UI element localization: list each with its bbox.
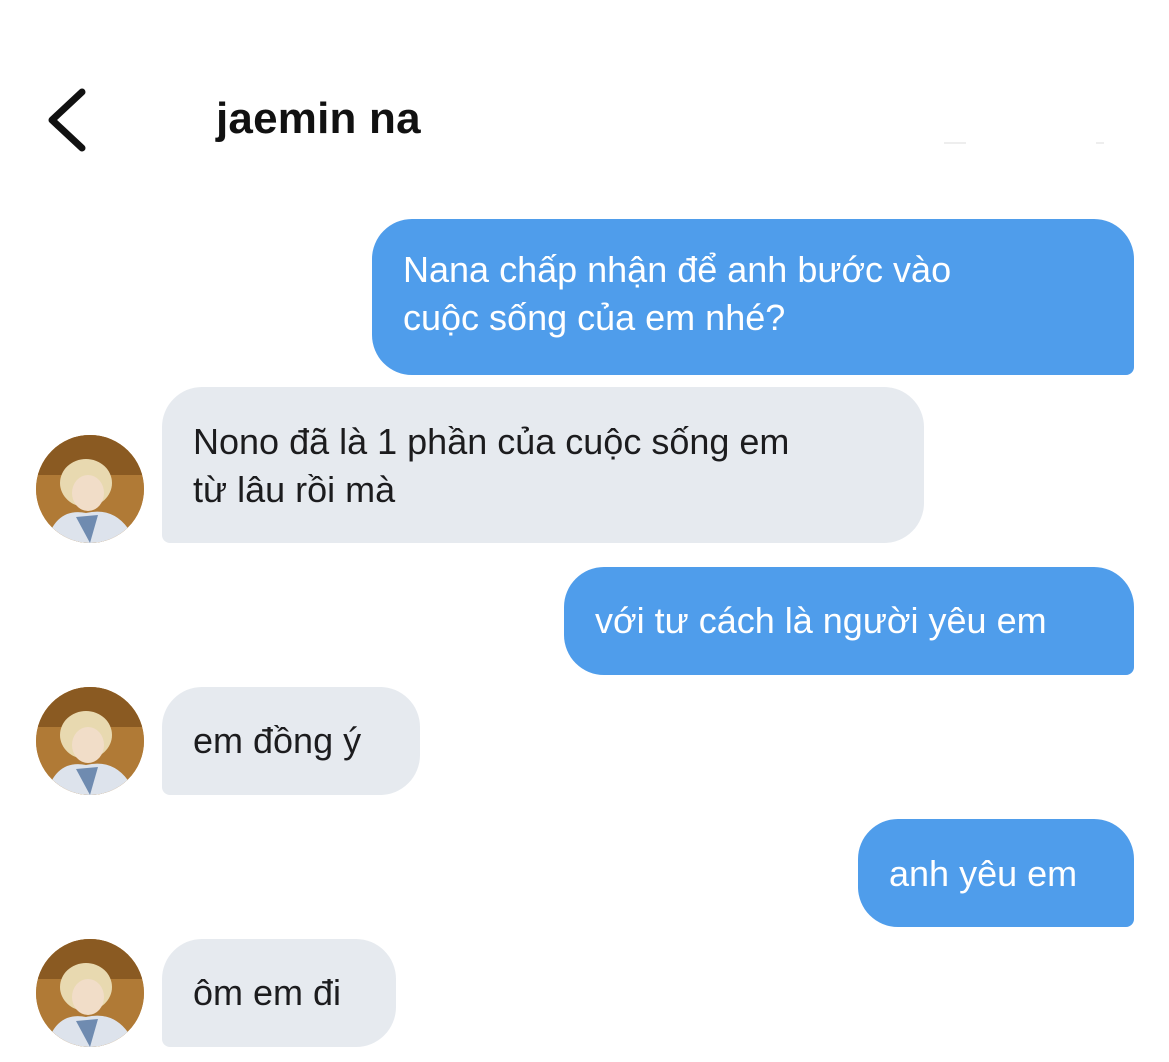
message-text-line: em đồng ý [193, 720, 362, 761]
chevron-left-icon [48, 88, 86, 152]
sent-message-bubble[interactable]: Nana chấp nhận để anh bước vào cuộc sống… [372, 219, 1134, 375]
avatar-photo [36, 939, 144, 1047]
header-divider [944, 142, 966, 144]
received-message-bubble[interactable]: ôm em đi [162, 939, 396, 1047]
message-text-line: từ lâu rồi mà [193, 469, 396, 510]
sent-message-bubble[interactable]: với tư cách là người yêu em [564, 567, 1134, 675]
chat-header: jaemin na [0, 0, 1169, 200]
message-text-line: cuộc sống của em nhé? [403, 297, 786, 338]
avatar-photo [36, 687, 144, 795]
message-text-line: với tư cách là người yêu em [595, 600, 1047, 641]
sent-message-bubble[interactable]: anh yêu em [858, 819, 1134, 927]
header-divider [1096, 142, 1104, 144]
message-text-line: anh yêu em [889, 853, 1078, 894]
contact-avatar[interactable] [36, 687, 144, 795]
message-text-line: Nana chấp nhận để anh bước vào [403, 249, 952, 290]
contact-name: jaemin na [216, 94, 421, 143]
message-text-line: ôm em đi [193, 972, 342, 1013]
received-message-bubble[interactable]: em đồng ý [162, 687, 420, 795]
contact-avatar[interactable] [36, 939, 144, 1047]
received-message-bubble[interactable]: Nono đã là 1 phần của cuộc sống em từ lâ… [162, 387, 924, 543]
back-button[interactable] [38, 86, 98, 154]
avatar-photo [36, 435, 144, 543]
message-text-line: Nono đã là 1 phần của cuộc sống em [193, 421, 790, 462]
contact-avatar[interactable] [36, 435, 144, 543]
